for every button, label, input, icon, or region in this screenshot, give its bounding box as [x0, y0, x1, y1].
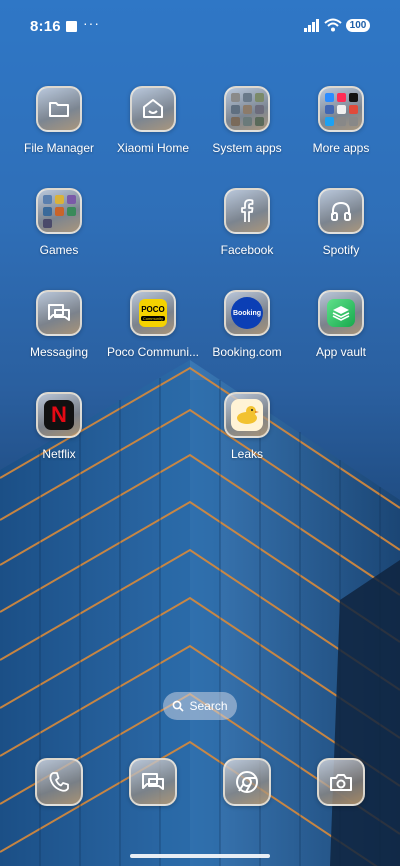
more-notifications-icon: ··· [83, 15, 100, 31]
search-icon [173, 700, 185, 712]
app-label: Booking.com [212, 345, 282, 359]
app-tile[interactable]: N [36, 392, 82, 438]
app-label: Poco Communi... [106, 345, 200, 359]
poco-logo-icon: POCO Community [139, 299, 167, 327]
app-label: More apps [312, 141, 370, 155]
home-indicator[interactable] [130, 854, 270, 858]
app-spotify[interactable]: Spotify [291, 188, 391, 257]
app-tile[interactable] [224, 188, 270, 234]
home-icon [143, 99, 163, 118]
app-label: Spotify [322, 243, 360, 257]
app-tile[interactable] [318, 188, 364, 234]
app-tile[interactable]: POCO Community [130, 290, 176, 336]
messaging-icon [48, 304, 70, 321]
folder-tile[interactable] [318, 86, 364, 132]
search-button[interactable]: Search [163, 692, 237, 720]
app-facebook[interactable]: Facebook [197, 188, 297, 257]
headphones-icon [331, 201, 351, 221]
app-tile[interactable] [224, 392, 270, 438]
folder-more-apps[interactable]: More apps [291, 86, 391, 155]
app-messaging[interactable]: Messaging [9, 290, 109, 359]
facebook-icon [241, 199, 254, 222]
folder-system-apps[interactable]: System apps [197, 86, 297, 155]
folder-icon [49, 102, 69, 117]
dock-chrome[interactable] [223, 758, 271, 806]
booking-logo-icon: Booking [231, 297, 263, 329]
folder-preview-icon [324, 92, 358, 126]
dock-camera[interactable] [317, 758, 365, 806]
folder-preview-icon [42, 194, 76, 228]
app-label: App vault [315, 345, 367, 359]
poco-logo-subtext: Community [140, 316, 166, 321]
app-label: Facebook [220, 243, 274, 257]
dock-phone[interactable] [35, 758, 83, 806]
app-label: System apps [212, 141, 282, 155]
search-label: Search [189, 699, 228, 713]
app-tile[interactable]: Booking [224, 290, 270, 336]
folder-games[interactable]: Games [9, 188, 109, 257]
chrome-icon [236, 771, 258, 793]
layers-icon [327, 299, 355, 327]
folder-preview-icon [230, 92, 264, 126]
app-poco-community[interactable]: POCO Community Poco Communi... [103, 290, 203, 359]
app-xiaomi-home[interactable]: Xiaomi Home [103, 86, 203, 155]
phone-icon [49, 772, 69, 792]
status-bar: 8:16 ··· 100 [0, 0, 400, 52]
wifi-icon [324, 18, 342, 32]
app-leaks[interactable]: Leaks [197, 392, 297, 461]
folder-tile[interactable] [224, 86, 270, 132]
app-netflix[interactable]: N Netflix [9, 392, 109, 461]
app-app-vault[interactable]: App vault [291, 290, 391, 359]
app-tile[interactable] [36, 86, 82, 132]
app-label: Messaging [29, 345, 89, 359]
app-tile[interactable] [36, 290, 82, 336]
app-file-manager[interactable]: File Manager [9, 86, 109, 155]
app-label: Xiaomi Home [116, 141, 190, 155]
app-tile[interactable] [318, 290, 364, 336]
dock-messaging[interactable] [129, 758, 177, 806]
folder-tile[interactable] [36, 188, 82, 234]
app-booking[interactable]: Booking Booking.com [197, 290, 297, 359]
app-label: Leaks [230, 447, 264, 461]
notification-icon [66, 21, 77, 32]
battery-icon: 100 [346, 19, 370, 32]
camera-icon [330, 774, 352, 791]
status-time: 8:16 [30, 18, 61, 35]
app-label: Netflix [42, 447, 76, 461]
app-tile[interactable] [130, 86, 176, 132]
messaging-icon [142, 773, 164, 790]
signal-icon [304, 19, 319, 32]
poco-logo-text: POCO [141, 305, 165, 314]
app-label: File Manager [23, 141, 95, 155]
duck-icon [231, 399, 263, 431]
app-label: Games [39, 243, 79, 257]
netflix-logo-icon: N [44, 400, 74, 430]
